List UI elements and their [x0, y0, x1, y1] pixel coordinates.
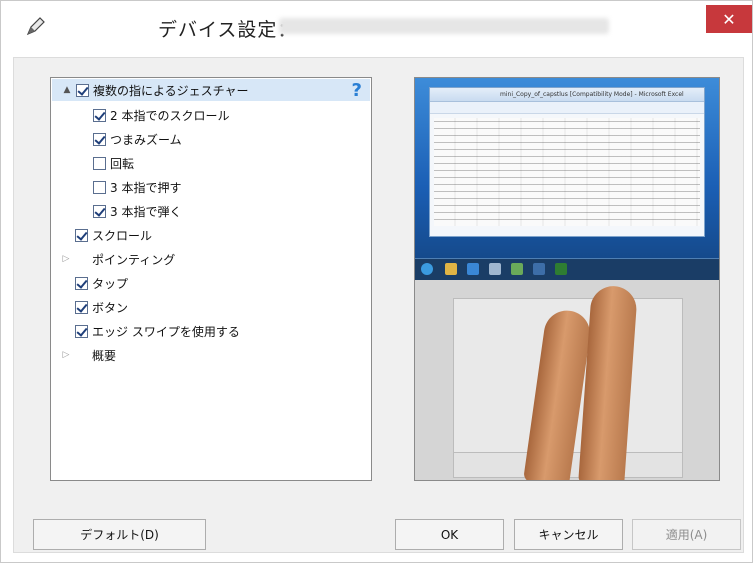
preview-desktop: mini_Copy_of_capstlus [Compatibility Mod…	[415, 78, 719, 258]
preview-excel-title: mini_Copy_of_capstlus [Compatibility Mod…	[430, 88, 704, 102]
expand-right-icon[interactable]: ▷	[61, 350, 71, 360]
mail-icon	[489, 263, 501, 275]
browser-icon	[467, 263, 479, 275]
messenger-icon	[511, 263, 523, 275]
checkbox-tap[interactable]	[75, 276, 88, 290]
tree-item-label: ポインティング	[92, 252, 176, 267]
checkbox-three-finger-press[interactable]	[93, 180, 106, 194]
device-name-redacted	[279, 18, 609, 34]
device-settings-window: デバイス設定： ✕ ▲ 複数の指によるジェスチャー ? 2 本指でのスクロール …	[0, 0, 753, 563]
tree-item-multi-finger-gestures[interactable]: ▲ 複数の指によるジェスチャー ?	[52, 79, 370, 101]
tree-item-three-finger-flick[interactable]: 3 本指で弾く	[93, 200, 181, 222]
checkbox-rotate[interactable]	[93, 156, 106, 170]
checkbox-three-finger-flick[interactable]	[93, 204, 106, 218]
cancel-button[interactable]: キャンセル	[514, 519, 623, 550]
checkbox-edge-swipe[interactable]	[75, 324, 88, 338]
ok-button[interactable]: OK	[395, 519, 504, 550]
window-title: デバイス設定：	[158, 19, 298, 41]
tree-item-label: タップ	[92, 276, 129, 291]
tree-item-tap[interactable]: タップ	[75, 272, 128, 294]
preview-excel-sheet	[434, 118, 700, 226]
checkbox-multi-finger-gestures[interactable]	[76, 83, 89, 97]
tree-item-label: 3 本指で弾く	[110, 204, 182, 219]
tree-item-label: 複数の指によるジェスチャー	[93, 83, 249, 98]
tree-item-pinch-zoom[interactable]: つまみズーム	[93, 128, 182, 150]
tree-item-label: 2 本指でのスクロール	[110, 108, 230, 123]
tree-item-buttons[interactable]: ボタン	[75, 296, 128, 318]
tree-item-rotate[interactable]: 回転	[93, 152, 134, 174]
pen-icon	[25, 15, 47, 37]
settings-content: ▲ 複数の指によるジェスチャー ? 2 本指でのスクロール つまみズーム 回転 …	[13, 57, 744, 553]
tree-item-label: スクロール	[92, 228, 153, 243]
tree-item-label: 回転	[110, 156, 135, 171]
checkbox-two-finger-scroll[interactable]	[93, 108, 106, 122]
folder-icon	[445, 263, 457, 275]
preview-taskbar	[415, 258, 719, 280]
default-button[interactable]: デフォルト(D)	[33, 519, 206, 550]
close-button[interactable]: ✕	[706, 5, 752, 33]
checkbox-pinch-zoom[interactable]	[93, 132, 106, 146]
tree-item-label: 概要	[92, 348, 117, 363]
tree-item-label: つまみズーム	[110, 132, 182, 147]
preview-excel-window: mini_Copy_of_capstlus [Compatibility Mod…	[429, 87, 705, 237]
tree-item-label: エッジ スワイプを使用する	[92, 324, 240, 339]
tree-item-overview[interactable]: ▷ 概要	[61, 344, 116, 366]
media-icon	[533, 263, 545, 275]
preview-excel-ribbon	[430, 102, 704, 114]
apply-button[interactable]: 適用(A)	[632, 519, 741, 550]
start-orb-icon	[421, 263, 433, 275]
checkbox-scroll[interactable]	[75, 228, 88, 242]
tree-item-pointing[interactable]: ▷ ポインティング	[61, 248, 176, 270]
checkbox-buttons[interactable]	[75, 300, 88, 314]
expand-down-icon[interactable]: ▲	[62, 85, 72, 95]
title-bar: デバイス設定： ✕	[1, 1, 752, 49]
tree-item-three-finger-press[interactable]: 3 本指で押す	[93, 176, 181, 198]
tree-item-label: 3 本指で押す	[110, 180, 182, 195]
help-icon[interactable]: ?	[352, 80, 362, 101]
tree-item-scroll[interactable]: スクロール	[75, 224, 152, 246]
tree-item-edge-swipe[interactable]: エッジ スワイプを使用する	[75, 320, 240, 342]
gesture-preview: mini_Copy_of_capstlus [Compatibility Mod…	[414, 77, 720, 481]
preview-touchpad-area	[415, 280, 719, 480]
excel-icon	[555, 263, 567, 275]
expand-right-icon[interactable]: ▷	[61, 254, 71, 264]
tree-item-two-finger-scroll[interactable]: 2 本指でのスクロール	[93, 104, 229, 126]
gesture-tree: ▲ 複数の指によるジェスチャー ? 2 本指でのスクロール つまみズーム 回転 …	[50, 77, 372, 481]
tree-item-label: ボタン	[92, 300, 129, 315]
